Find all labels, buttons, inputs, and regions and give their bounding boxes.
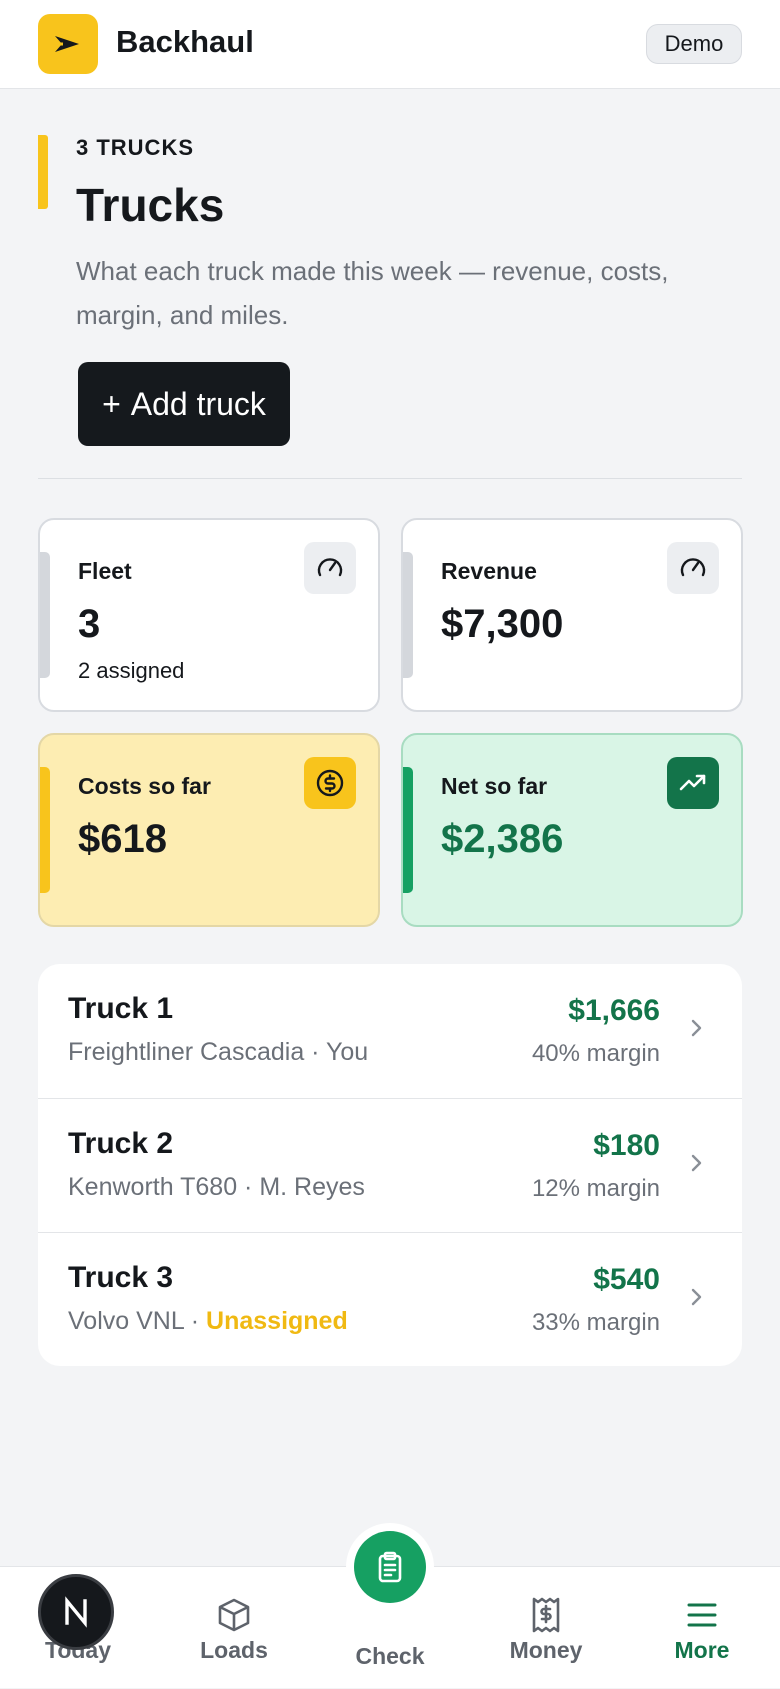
chevron-right-icon xyxy=(691,1288,702,1306)
truck-count-eyebrow: 3 TRUCKS xyxy=(76,135,195,160)
fleet-stat-card[interactable]: Fleet 3 2 assigned xyxy=(38,518,380,712)
fleet-value: 3 xyxy=(78,602,101,646)
truck-row[interactable]: Truck 1 Freightliner Cascadia · You $1,6… xyxy=(38,964,742,1098)
revenue-value: $7,300 xyxy=(441,602,564,646)
stat-accent-bar xyxy=(40,767,50,893)
truck-name: Truck 2 xyxy=(68,1127,174,1160)
net-stat-card[interactable]: Net so far $2,386 xyxy=(401,733,743,927)
add-truck-button[interactable]: + Add truck xyxy=(78,362,290,446)
truck-name: Truck 3 xyxy=(68,1261,174,1294)
truck-row[interactable]: Truck 3 Volvo VNL · Unassigned $540 33% … xyxy=(38,1232,742,1366)
stat-accent-bar xyxy=(403,552,413,678)
add-truck-label: Add truck xyxy=(130,385,266,422)
truck-details: Freightliner Cascadia · You xyxy=(68,1038,368,1067)
nav-money[interactable]: Money xyxy=(476,1567,616,1689)
chevron-right-icon xyxy=(691,1019,702,1037)
truck-net: $180 xyxy=(593,1129,660,1162)
truck-list: Truck 1 Freightliner Cascadia · You $1,6… xyxy=(38,964,742,1366)
nav-loads-label: Loads xyxy=(200,1637,268,1663)
detail-separator: · xyxy=(304,1038,326,1066)
demo-badge[interactable]: Demo xyxy=(646,24,742,64)
truck-row[interactable]: Truck 2 Kenworth T680 · M. Reyes $180 12… xyxy=(38,1098,742,1232)
page-header: 3 TRUCKS Trucks What each truck made thi… xyxy=(0,89,780,479)
gauge-icon xyxy=(304,542,356,594)
net-value: $2,386 xyxy=(441,817,564,861)
truck-margin: 40% margin xyxy=(531,1040,660,1067)
header-accent-bar xyxy=(38,135,48,209)
nav-check-button[interactable] xyxy=(354,1531,426,1603)
gauge-icon xyxy=(667,542,719,594)
truck-model: Freightliner Cascadia xyxy=(68,1038,305,1066)
net-label: Net so far xyxy=(441,773,548,799)
truck-driver: You xyxy=(325,1038,369,1066)
box-icon xyxy=(218,1598,250,1632)
truck-margin: 12% margin xyxy=(531,1175,660,1202)
truck-details: Kenworth T680 · M. Reyes xyxy=(68,1173,365,1202)
nav-loads[interactable]: Loads xyxy=(164,1567,304,1689)
arrow-logo-icon xyxy=(55,36,79,52)
n-logo-icon xyxy=(65,1596,87,1628)
truck-margin: 33% margin xyxy=(531,1309,660,1336)
costs-label: Costs so far xyxy=(78,773,211,799)
app-logo[interactable] xyxy=(38,14,98,74)
chevron-right-icon xyxy=(691,1154,702,1172)
truck-net: $1,666 xyxy=(568,994,660,1027)
truck-name: Truck 1 xyxy=(68,992,174,1025)
nav-check-label[interactable]: Check xyxy=(320,1643,460,1670)
nav-more-label: More xyxy=(674,1637,730,1663)
stat-accent-bar xyxy=(40,552,50,678)
dollar-circle-icon xyxy=(304,757,356,809)
page-description: What each truck made this week — revenue… xyxy=(76,256,669,330)
truck-model: Kenworth T680 xyxy=(68,1173,238,1201)
page-title: Trucks xyxy=(76,179,225,231)
dev-tools-badge[interactable] xyxy=(38,1574,114,1650)
revenue-label: Revenue xyxy=(441,558,537,584)
truck-model: Volvo VNL xyxy=(68,1307,184,1335)
app-title: Backhaul xyxy=(116,24,254,59)
section-divider xyxy=(38,478,742,479)
truck-net: $540 xyxy=(593,1263,660,1296)
unassigned-status: Unassigned xyxy=(206,1307,348,1335)
top-bar: Backhaul Demo xyxy=(0,0,780,89)
costs-stat-card[interactable]: Costs so far $618 xyxy=(38,733,380,927)
trending-up-icon xyxy=(667,757,719,809)
detail-separator: · xyxy=(183,1307,207,1335)
fleet-label: Fleet xyxy=(78,558,132,584)
fleet-sub: 2 assigned xyxy=(78,658,185,683)
costs-value: $618 xyxy=(78,817,167,861)
detail-separator: · xyxy=(237,1173,260,1201)
revenue-stat-card[interactable]: Revenue $7,300 xyxy=(401,518,743,712)
plus-icon: + xyxy=(102,385,121,422)
bottom-nav: Today Loads Check Money More xyxy=(0,1531,780,1689)
receipt-dollar-icon xyxy=(532,1597,560,1633)
stat-accent-bar xyxy=(403,767,413,893)
truck-details: Volvo VNL · Unassigned xyxy=(68,1307,348,1336)
clipboard-icon xyxy=(378,1551,402,1583)
menu-icon xyxy=(687,1603,717,1627)
nav-money-label: Money xyxy=(509,1637,583,1663)
truck-driver: M. Reyes xyxy=(259,1173,365,1201)
nav-more[interactable]: More xyxy=(632,1567,772,1689)
